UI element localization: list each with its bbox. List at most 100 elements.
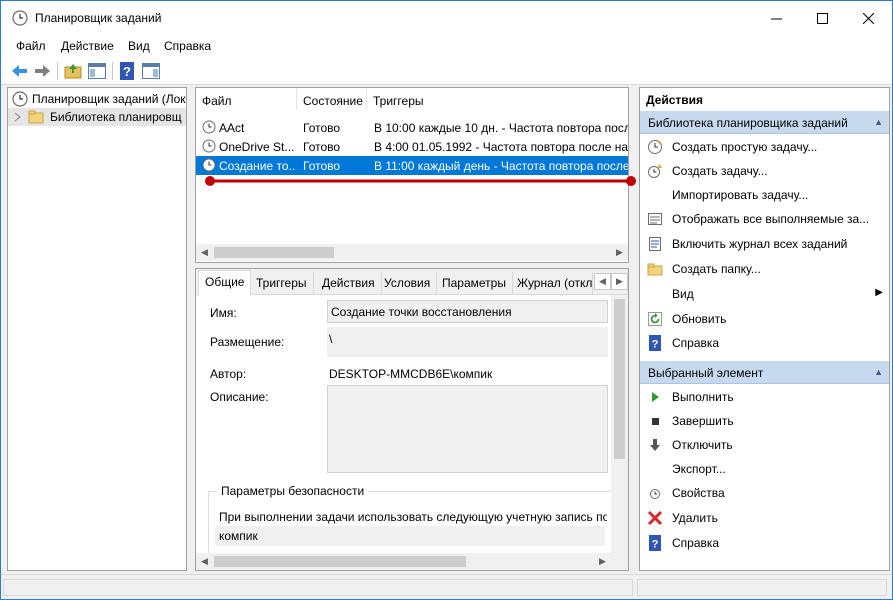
task-list-hscrollbar[interactable]: ◀ ▶	[196, 244, 628, 261]
tab-scroll-left-icon[interactable]: ◀	[594, 273, 611, 290]
forward-button[interactable]	[32, 61, 52, 81]
action-label: Экспорт...	[672, 462, 726, 476]
scroll-right-arrow-icon[interactable]: ▶	[594, 553, 611, 570]
description-field[interactable]	[327, 385, 608, 473]
action-end[interactable]: Завершить	[640, 409, 889, 433]
svg-text:?: ?	[652, 539, 659, 551]
detail-hscrollbar[interactable]: ◀ ▶	[196, 553, 628, 570]
menu-view[interactable]: Вид	[128, 39, 150, 53]
action-create-basic-task[interactable]: Создать простую задачу...	[640, 135, 889, 159]
task-trigger: В 10:00 каждые 10 дн. - Частота повтора …	[374, 121, 628, 135]
refresh-icon	[648, 312, 662, 326]
tree-item-root[interactable]: Планировщик заданий (Лок	[8, 90, 186, 108]
action-view[interactable]: Вид ▶	[640, 282, 889, 306]
tab-conditions[interactable]: Условия	[378, 272, 438, 295]
svg-text:?: ?	[652, 339, 659, 351]
tree-item-root-label: Планировщик заданий (Лок	[32, 92, 186, 106]
name-field[interactable]: Создание точки восстановления	[327, 300, 608, 323]
status-segment	[3, 579, 633, 596]
run-icon	[652, 392, 659, 402]
column-header-status[interactable]: Состояние	[297, 88, 367, 110]
location-label: Размещение:	[210, 335, 285, 349]
submenu-arrow-icon: ▶	[875, 287, 883, 298]
back-button[interactable]	[10, 61, 30, 81]
help-icon: ?	[649, 335, 661, 351]
action-run[interactable]: Выполнить	[640, 385, 889, 409]
task-status: Готово	[303, 140, 341, 154]
name-label: Имя:	[210, 306, 237, 320]
close-icon	[862, 12, 874, 24]
toolbar: ?	[1, 57, 892, 85]
tab-scroll-right-icon[interactable]: ▶	[611, 273, 628, 290]
action-label: Вид	[672, 287, 694, 301]
column-header-triggers[interactable]: Триггеры	[367, 88, 628, 110]
task-name: AAct	[219, 121, 245, 135]
actions-section-selected-item[interactable]: Выбранный элемент ▲	[640, 361, 889, 384]
action-enable-history[interactable]: Включить журнал всех заданий	[640, 232, 889, 256]
menu-help[interactable]: Справка	[164, 39, 211, 53]
tab-settings[interactable]: Параметры	[436, 272, 513, 295]
actions-section-library[interactable]: Библиотека планировщика заданий ▲	[640, 111, 889, 134]
action-display-running-tasks[interactable]: Отображать все выполняемые за...	[640, 207, 889, 231]
table-row[interactable]: OneDrive St... Готово В 4:00 01.05.1992 …	[196, 137, 628, 156]
column-header-name[interactable]: Файл	[196, 88, 297, 110]
task-trigger: В 11:00 каждый день - Частота повтора по…	[374, 159, 628, 173]
action-pane-button[interactable]	[141, 61, 161, 81]
collapse-icon[interactable]: ▲	[874, 367, 883, 377]
action-refresh[interactable]: Обновить	[640, 307, 889, 331]
scroll-left-arrow-icon[interactable]: ◀	[196, 553, 213, 570]
up-folder-button[interactable]	[63, 61, 83, 81]
action-export[interactable]: Экспорт...	[640, 457, 889, 481]
folder-icon	[28, 110, 44, 124]
table-row-selected[interactable]: Создание то... Готово В 11:00 каждый ден…	[196, 156, 628, 175]
properties-icon	[650, 489, 660, 499]
task-clock-icon	[202, 158, 216, 172]
svg-text:?: ?	[123, 64, 131, 79]
detail-vscrollbar[interactable]	[611, 295, 628, 553]
scroll-right-arrow-icon[interactable]: ▶	[611, 244, 628, 261]
minimize-button[interactable]	[753, 1, 799, 35]
action-delete[interactable]: Удалить	[640, 506, 889, 530]
collapse-icon[interactable]: ▲	[874, 117, 883, 127]
section-selected-title: Выбранный элемент	[648, 366, 764, 380]
forward-arrow-icon	[35, 65, 50, 77]
menu-action[interactable]: Действие	[61, 39, 114, 53]
task-clock-icon	[202, 120, 216, 134]
action-import-task[interactable]: Импортировать задачу...	[640, 183, 889, 207]
console-tree-button[interactable]	[87, 61, 107, 81]
toolbar-separator	[57, 62, 58, 80]
security-account-value: компик	[219, 529, 258, 543]
action-new-folder[interactable]: Создать папку...	[640, 257, 889, 281]
folder-up-icon	[64, 64, 82, 79]
maximize-button[interactable]	[799, 1, 845, 35]
action-label: Завершить	[672, 414, 734, 428]
scroll-thumb[interactable]	[614, 299, 625, 459]
chevron-right-icon[interactable]	[14, 112, 22, 122]
tab-triggers[interactable]: Триггеры	[250, 272, 314, 295]
scroll-thumb[interactable]	[214, 556, 466, 567]
author-label: Автор:	[210, 367, 247, 381]
close-button[interactable]	[845, 1, 891, 35]
action-create-task[interactable]: Создать задачу...	[640, 159, 889, 183]
tree-item-library[interactable]: Библиотека планировщ	[8, 108, 186, 126]
title-bar: Планировщик заданий	[1, 1, 892, 35]
scroll-thumb[interactable]	[214, 247, 334, 258]
scroll-left-arrow-icon[interactable]: ◀	[196, 244, 213, 261]
tab-general[interactable]: Общие	[198, 270, 252, 296]
tab-actions[interactable]: Действия	[316, 272, 382, 295]
security-options-group: Параметры безопасности При выполнении за…	[208, 484, 618, 561]
tab-history[interactable]: Журнал (откл	[511, 272, 593, 295]
history-icon	[649, 237, 661, 251]
help-toolbar-button[interactable]: ?	[118, 61, 138, 81]
help-icon: ?	[649, 535, 661, 551]
action-properties[interactable]: Свойства	[640, 481, 889, 505]
action-help-library[interactable]: ? Справка	[640, 331, 889, 355]
table-row[interactable]: AAct Готово В 10:00 каждые 10 дн. - Част…	[196, 118, 628, 137]
action-help-selected[interactable]: ? Справка	[640, 531, 889, 555]
task-clock-icon	[202, 139, 216, 153]
new-folder-icon	[647, 263, 663, 276]
menu-file[interactable]: Файл	[16, 39, 46, 53]
security-account-field: компик	[215, 526, 605, 546]
action-disable[interactable]: Отключить	[640, 433, 889, 457]
status-bar	[1, 574, 892, 599]
